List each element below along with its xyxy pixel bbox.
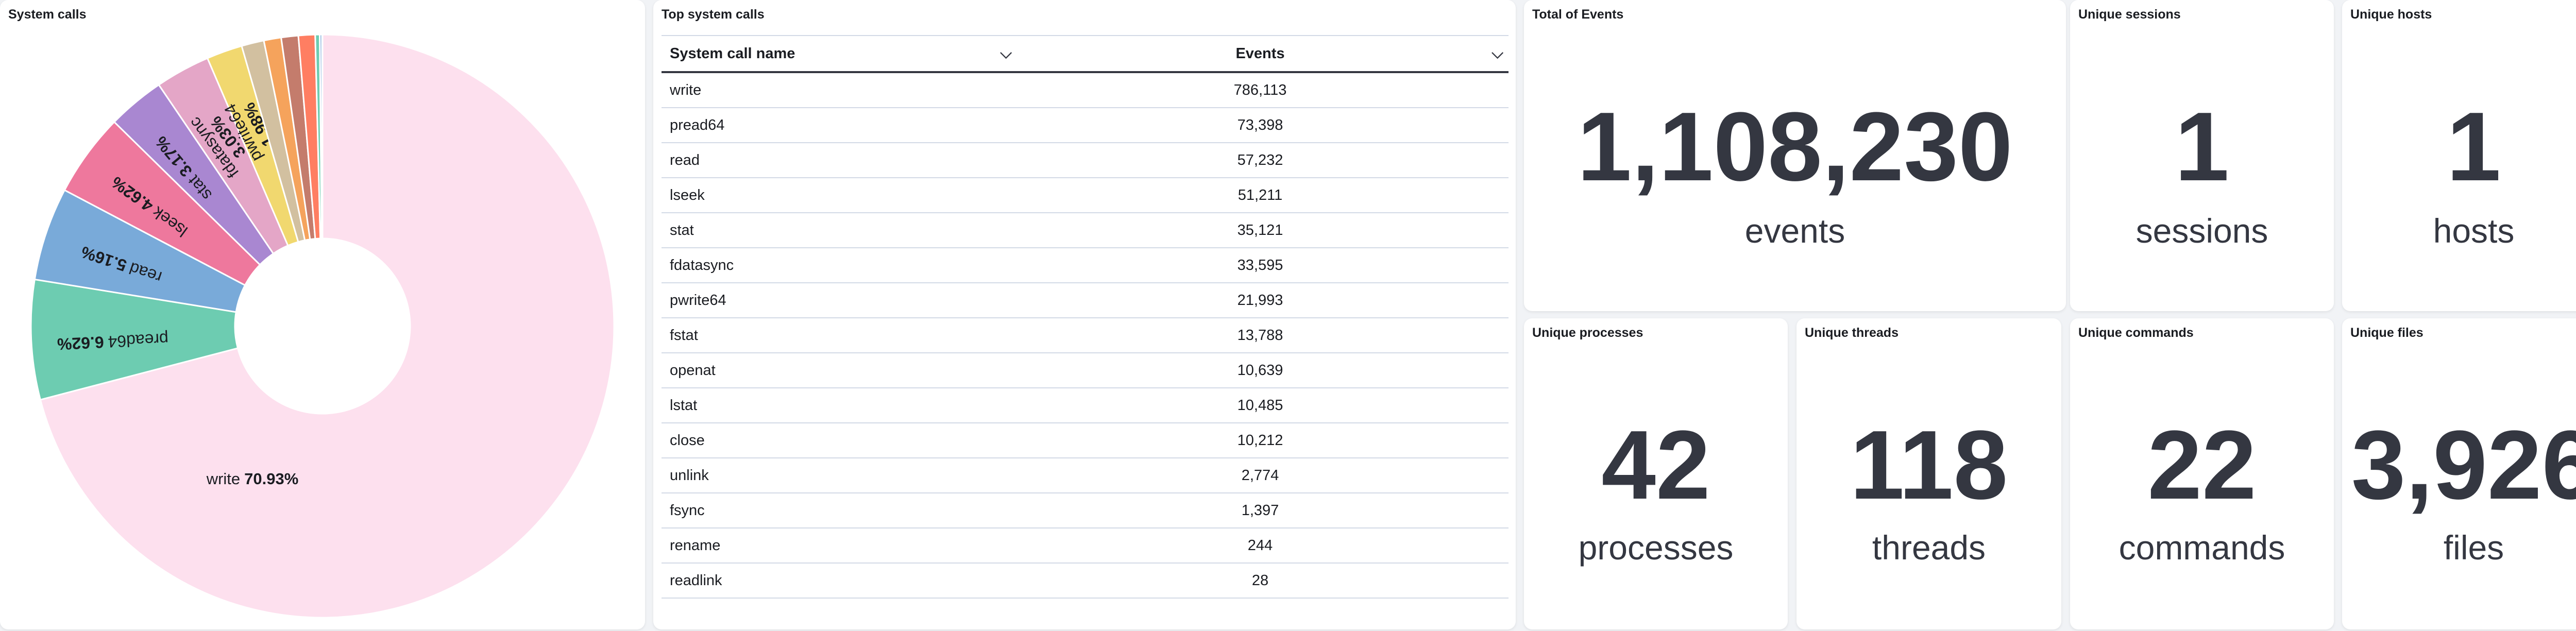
metric-label: threads: [1872, 528, 1986, 567]
table-row: pread64 73,398: [662, 108, 1509, 143]
metric-label: hosts: [2433, 212, 2515, 250]
cell-events: 21,993: [1237, 292, 1283, 309]
table-row: fsync 1,397: [662, 493, 1509, 528]
cell-system-call-name: write: [670, 81, 702, 98]
cell-events: 2,774: [1241, 467, 1279, 484]
panel-title: Total of Events: [1532, 7, 1624, 22]
cell-system-call-name: fdatasync: [670, 257, 734, 274]
table-row: lstat 10,485: [662, 388, 1509, 423]
panel-title: Unique threads: [1805, 326, 1899, 340]
table-row: pwrite64 21,993: [662, 283, 1509, 318]
cell-events: 244: [1247, 537, 1273, 554]
unique-hosts-panel: Unique hosts 1 hosts: [2342, 0, 2576, 311]
table-row: close 10,212: [662, 423, 1509, 458]
cell-events: 35,121: [1237, 221, 1283, 238]
table-row: stat 35,121: [662, 213, 1509, 248]
top-system-calls-panel: Top system calls System call name ⌵ Even…: [653, 0, 1516, 629]
table-header: System call name ⌵ Events ⌵: [662, 35, 1509, 73]
chevron-down-icon[interactable]: ⌵: [1000, 45, 1012, 62]
table-row: readlink 28: [662, 564, 1509, 599]
metric-value: 42: [1601, 411, 1710, 520]
metric-value: 1: [2446, 92, 2501, 201]
unique-commands-panel: Unique commands 22 commands: [2070, 318, 2334, 629]
cell-events: 57,232: [1237, 151, 1283, 168]
system-calls-pie-chart: write 70.93%pread646.62%read5.16%lseek4.6…: [30, 33, 615, 619]
unique-sessions-panel: Unique sessions 1 sessions: [2070, 0, 2334, 311]
total-events-panel: Total of Events 1,108,230 events: [1524, 0, 2066, 311]
panel-title: Unique sessions: [2078, 7, 2181, 22]
cell-events: 51,211: [1238, 186, 1283, 203]
panel-title: Unique processes: [1532, 326, 1643, 340]
cell-system-call-name: unlink: [670, 467, 709, 484]
cell-system-call-name: fsync: [670, 502, 705, 519]
panel-title: Unique files: [2350, 326, 2424, 340]
metric-value: 1: [2175, 92, 2229, 201]
table-row: read 57,232: [662, 143, 1509, 178]
column-header-name[interactable]: System call name ⌵: [662, 45, 1012, 62]
chevron-down-icon[interactable]: ⌵: [1492, 45, 1503, 62]
cell-system-call-name: read: [670, 151, 700, 168]
cell-system-call-name: stat: [670, 221, 694, 238]
metric-value: 22: [2147, 411, 2257, 520]
cell-system-call-name: pread64: [670, 116, 725, 133]
metric-value: 118: [1850, 411, 2008, 520]
top-system-calls-table: System call name ⌵ Events ⌵ write 786,113…: [662, 35, 1509, 599]
table-row: fdatasync 33,595: [662, 248, 1509, 283]
cell-events: 73,398: [1237, 116, 1283, 133]
column-header-events[interactable]: Events ⌵: [1012, 45, 1509, 62]
metric-value: 3,926: [2351, 411, 2576, 520]
system-calls-panel: System calls write 70.93% pread646.62% read…: [0, 0, 645, 629]
metric-label: files: [2443, 528, 2504, 567]
table-row: rename 244: [662, 528, 1509, 564]
table-body: write 786,113 pread64 73,398 read 57,232 lseek…: [662, 73, 1509, 599]
cell-events: 28: [1251, 572, 1269, 589]
cell-events: 786,113: [1233, 81, 1287, 98]
table-row: unlink 2,774: [662, 458, 1509, 493]
panel-title: Unique hosts: [2350, 7, 2432, 22]
cell-system-call-name: rename: [670, 537, 721, 554]
metric-label: events: [1744, 212, 1845, 250]
cell-system-call-name: lstat: [670, 397, 698, 414]
cell-events: 13,788: [1237, 327, 1283, 344]
unique-files-panel: Unique files 3,926 files: [2342, 318, 2576, 629]
cell-system-call-name: readlink: [670, 572, 722, 589]
cell-events: 10,212: [1237, 432, 1283, 449]
metric-label: processes: [1578, 528, 1734, 567]
table-row: openat 10,639: [662, 353, 1509, 388]
table-row: write 786,113: [662, 73, 1509, 108]
table-row: fstat 13,788: [662, 318, 1509, 353]
cell-events: 33,595: [1237, 257, 1283, 274]
unique-processes-panel: Unique processes 42 processes: [1524, 318, 1788, 629]
cell-system-call-name: lseek: [670, 186, 705, 203]
cell-system-call-name: fstat: [670, 327, 698, 344]
cell-system-call-name: close: [670, 432, 705, 449]
cell-events: 10,485: [1237, 397, 1283, 414]
panel-title: Top system calls: [662, 7, 765, 22]
metric-value: 1,108,230: [1577, 92, 2013, 201]
unique-threads-panel: Unique threads 118 threads: [1797, 318, 2061, 629]
panel-title: Unique commands: [2078, 326, 2194, 340]
cell-events: 10,639: [1237, 362, 1283, 379]
metric-label: commands: [2119, 528, 2285, 567]
pie-slice-label: write 70.93%: [206, 470, 299, 488]
cell-system-call-name: openat: [670, 362, 716, 379]
cell-system-call-name: pwrite64: [670, 292, 726, 309]
cell-events: 1,397: [1241, 502, 1279, 519]
table-row: lseek 51,211: [662, 178, 1509, 213]
metric-label: sessions: [2136, 212, 2268, 250]
